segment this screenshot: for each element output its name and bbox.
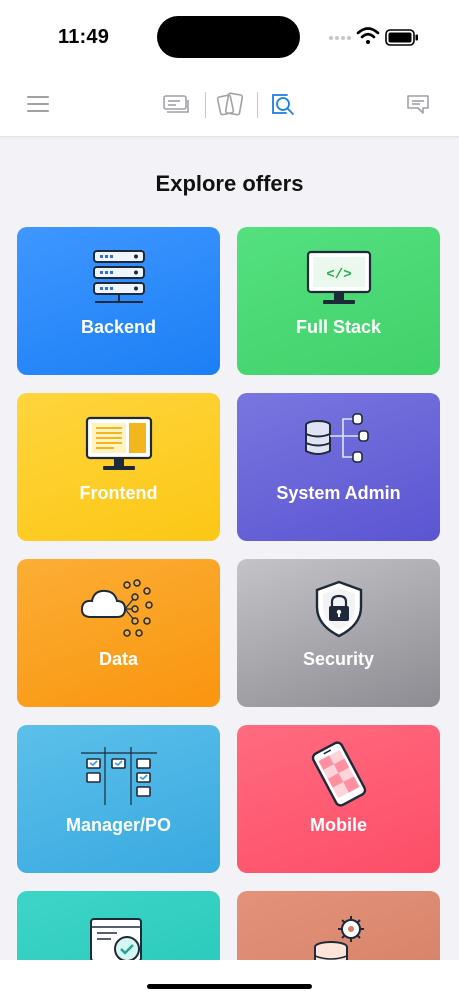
kanban-board-icon — [81, 747, 157, 805]
smartphone-icon — [311, 741, 367, 807]
server-rack-icon — [93, 250, 145, 303]
database-settings-icon — [314, 916, 364, 960]
cloud-data-icon — [80, 579, 153, 637]
svg-text:</>: </> — [326, 267, 351, 283]
offer-label: Mobile — [310, 815, 367, 835]
shield-lock-icon — [315, 580, 363, 638]
offer-tile-backend[interactable]: Backend — [17, 227, 220, 375]
page-title: Explore offers — [155, 171, 304, 196]
stacked-cards-icon — [163, 95, 189, 113]
status-indicators — [329, 27, 418, 46]
explore-search-icon — [272, 94, 294, 115]
nav-divider — [257, 92, 258, 118]
offer-tile-full-stack[interactable]: </> Full Stack — [237, 227, 440, 375]
hamburger-menu-icon — [27, 96, 49, 112]
offer-label: Backend — [80, 317, 157, 337]
home-indicator[interactable] — [147, 984, 312, 989]
offer-label: Security — [302, 649, 375, 669]
tab-offers-list[interactable] — [159, 86, 195, 122]
offer-label: System Admin — [276, 483, 401, 503]
dynamic-island — [157, 16, 300, 58]
offer-tile-database-settings[interactable] — [237, 891, 440, 960]
status-time: 11:49 — [58, 26, 110, 48]
offer-tile-data[interactable]: Data — [17, 559, 220, 707]
swipe-cards-icon — [216, 92, 244, 116]
layout-monitor-icon — [85, 416, 153, 470]
offer-label: Full Stack — [295, 317, 382, 337]
cellular-signal-icon — [329, 36, 351, 40]
offer-tile-security[interactable]: Security — [237, 559, 440, 707]
database-network-icon — [305, 413, 369, 463]
messages-button[interactable] — [400, 86, 436, 122]
battery-icon — [385, 29, 418, 46]
offer-label: Frontend — [79, 483, 158, 503]
offer-tile-mobile[interactable]: Mobile — [237, 725, 440, 873]
status-bar: 11:49 — [0, 0, 459, 72]
code-monitor-icon: </> — [306, 250, 372, 304]
tab-explore[interactable] — [264, 86, 300, 122]
offer-label: Manager/PO — [65, 815, 172, 835]
chat-bubble-icon — [407, 95, 429, 114]
offer-tile-code-review[interactable] — [17, 891, 220, 960]
nav-divider — [205, 92, 206, 118]
home-indicator-area — [0, 960, 459, 998]
offer-tile-frontend[interactable]: Frontend — [17, 393, 220, 541]
wifi-icon — [356, 27, 380, 44]
tab-swipe-cards[interactable] — [213, 86, 249, 122]
explore-offers-screen: Explore offers Backend </> Full Stack Fr… — [0, 137, 459, 960]
code-review-icon — [90, 918, 142, 960]
offer-tile-manager-po[interactable]: Manager/PO — [17, 725, 220, 873]
offer-label: Data — [98, 649, 138, 669]
top-navigation-bar — [0, 72, 459, 137]
offer-tile-system-admin[interactable]: System Admin — [237, 393, 440, 541]
menu-button[interactable] — [20, 86, 56, 122]
